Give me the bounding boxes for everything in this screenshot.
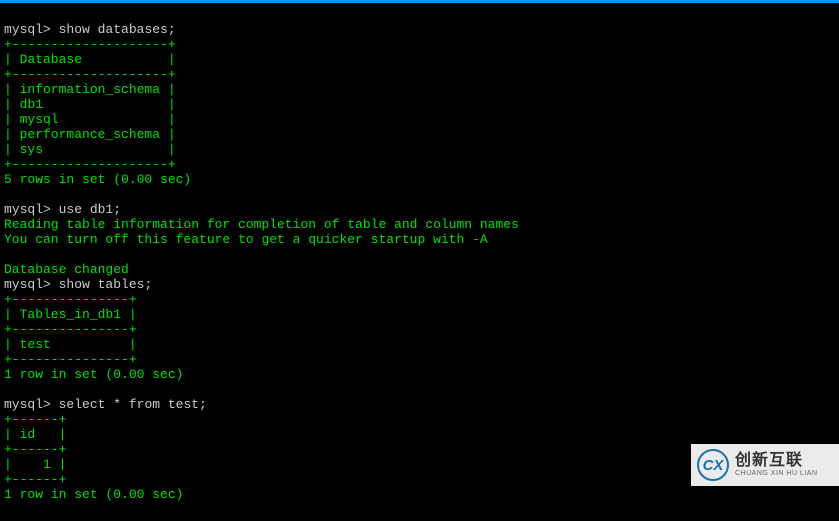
watermark-badge: CX 创新互联 CHUANG XIN HU LIAN (691, 444, 839, 486)
session-0: mysql> show databases; +----------------… (4, 22, 191, 187)
mysql-prompt: mysql> (4, 22, 51, 37)
session-3: mysql> select * from test; +------+ | id… (4, 397, 207, 502)
output-line: +---------------+ (4, 352, 137, 367)
mysql-prompt: mysql> (4, 277, 51, 292)
output-line: 5 rows in set (0.00 sec) (4, 172, 191, 187)
command-show-databases: show databases; (59, 22, 176, 37)
output-line: 1 row in set (0.00 sec) (4, 487, 183, 502)
watermark-text: 创新互联 CHUANG XIN HU LIAN (735, 452, 818, 477)
output-line: +--------------------+ (4, 67, 176, 82)
output-line: +------+ (4, 412, 66, 427)
output-line: | 1 | (4, 457, 66, 472)
command-show-tables: show tables; (59, 277, 153, 292)
output-line: 1 row in set (0.00 sec) (4, 367, 183, 382)
output-line: Reading table information for completion… (4, 217, 519, 232)
output-line: +--------------------+ (4, 157, 176, 172)
command-use-db1: use db1; (59, 202, 121, 217)
output-line: | information_schema | (4, 82, 176, 97)
output-line: | Database | (4, 52, 176, 67)
output-line: | Tables_in_db1 | (4, 307, 137, 322)
output-line: You can turn off this feature to get a q… (4, 232, 488, 247)
output-line: Database changed (4, 262, 129, 277)
output-line: +--------------------+ (4, 37, 176, 52)
output-line: | sys | (4, 142, 176, 157)
session-2: mysql> show tables; +---------------+ | … (4, 277, 183, 382)
output-line: +---------------+ (4, 292, 137, 307)
watermark-icon: CX (697, 449, 729, 481)
watermark-cn: 创新互联 (735, 452, 818, 470)
output-line: | test | (4, 337, 137, 352)
output-line: | mysql | (4, 112, 176, 127)
output-line: +------+ (4, 472, 66, 487)
mysql-prompt: mysql> (4, 397, 51, 412)
output-line: | db1 | (4, 97, 176, 112)
watermark-en: CHUANG XIN HU LIAN (735, 470, 818, 478)
output-line: | performance_schema | (4, 127, 176, 142)
mysql-prompt: mysql> (4, 202, 51, 217)
watermark-icon-text: CX (703, 458, 724, 473)
session-1: mysql> use db1; Reading table informatio… (4, 202, 519, 277)
command-select-test: select * from test; (59, 397, 207, 412)
output-line: | id | (4, 427, 66, 442)
output-line: +------+ (4, 442, 66, 457)
output-line: +---------------+ (4, 322, 137, 337)
